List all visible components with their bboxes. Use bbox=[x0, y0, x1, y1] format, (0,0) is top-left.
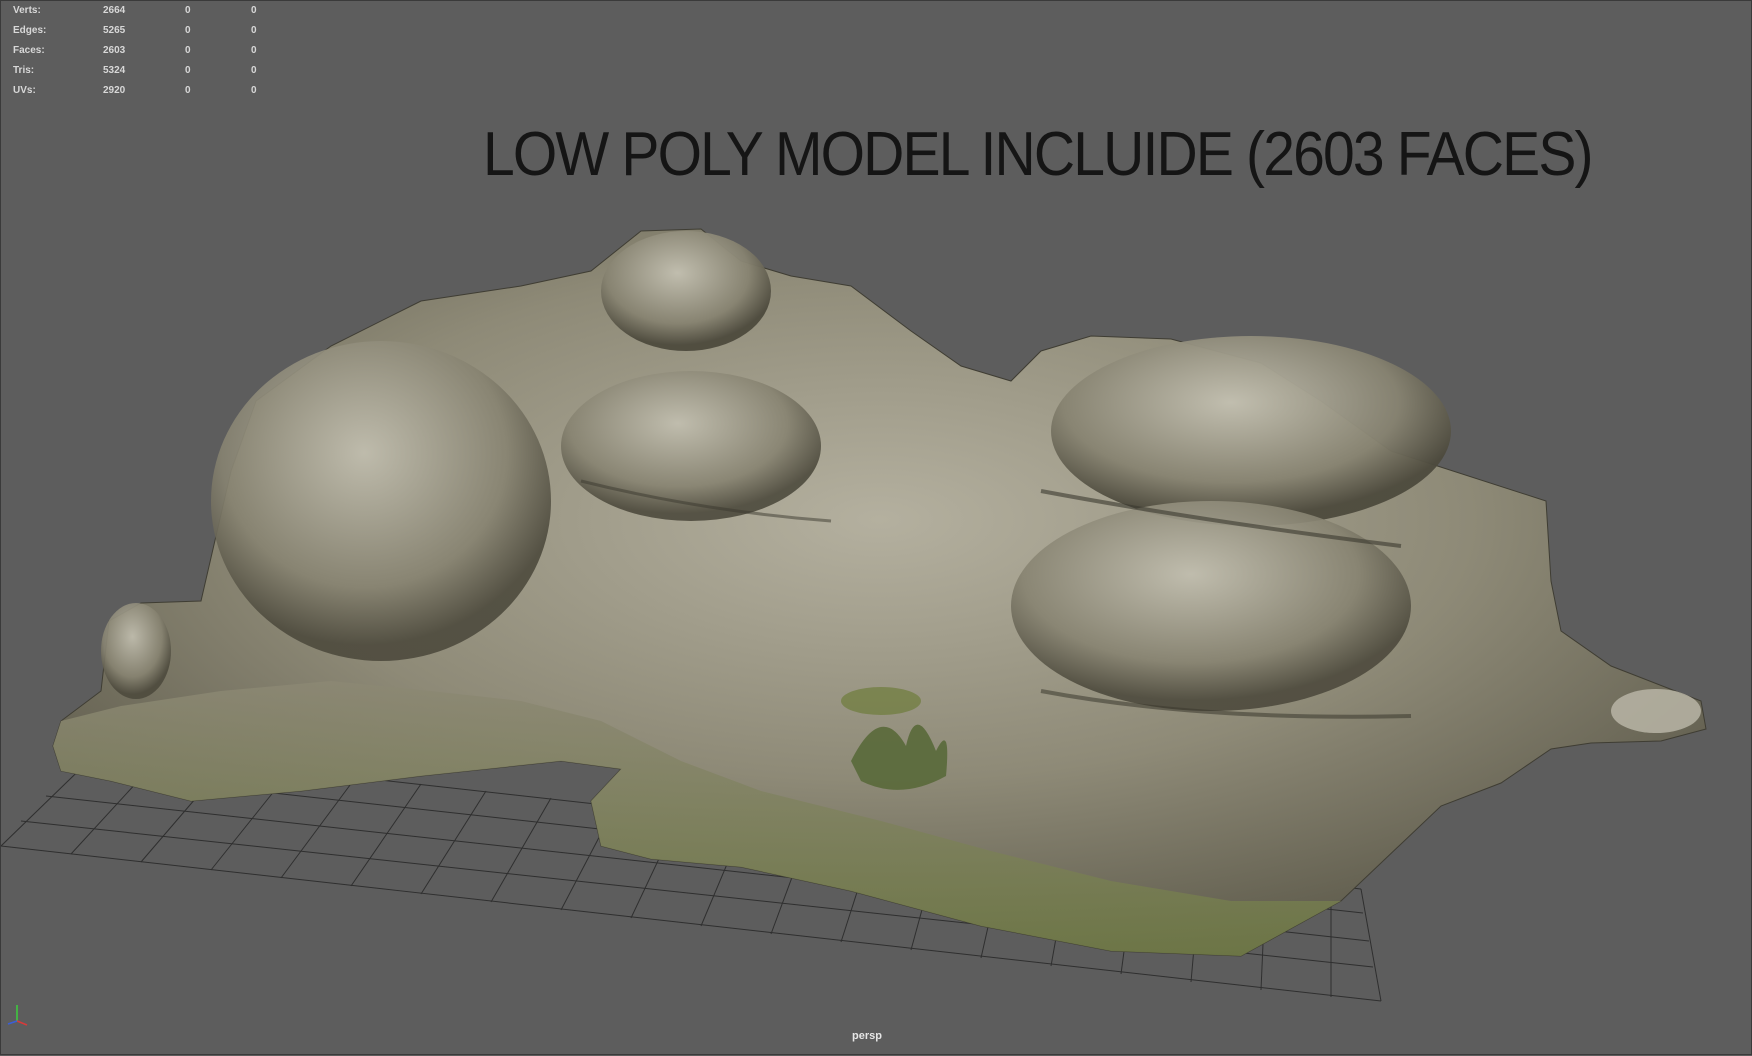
xyz-axis-gizmo-icon bbox=[7, 1005, 28, 1026]
rock-tip-right bbox=[1611, 689, 1701, 733]
rock-small-left bbox=[101, 603, 171, 699]
3d-viewport[interactable]: Verts: 2664 0 0 Edges: 5265 0 0 Faces: 2… bbox=[0, 0, 1752, 1055]
rock-boulder-right-top bbox=[1051, 336, 1451, 526]
camera-name-label: persp bbox=[852, 1030, 882, 1042]
moss-patch bbox=[841, 687, 921, 715]
overlay-headline: LOW POLY MODEL INCLUIDE (2603 FACES) bbox=[483, 120, 1594, 189]
rock-boulder-left bbox=[211, 341, 551, 661]
rock-boulder-middle bbox=[561, 371, 821, 521]
rock-boulder-top bbox=[601, 231, 771, 351]
rock-model[interactable] bbox=[52, 228, 1707, 957]
rock-boulder-right-bottom bbox=[1011, 501, 1411, 711]
